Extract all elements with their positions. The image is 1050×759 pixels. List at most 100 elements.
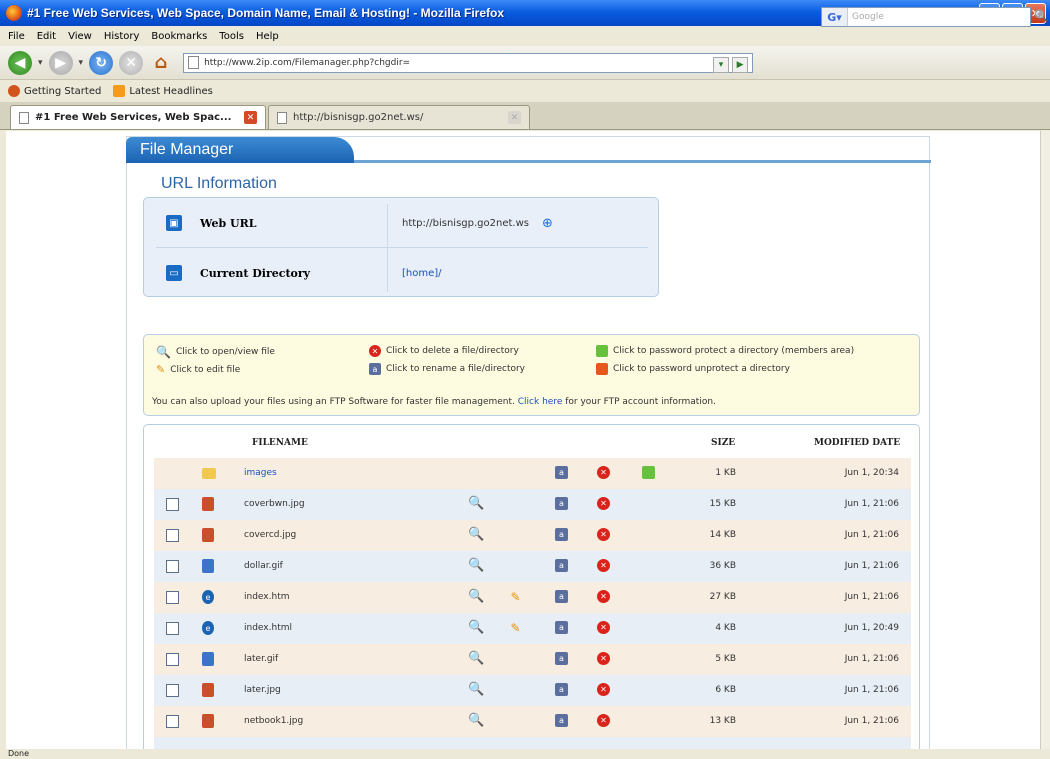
file-checkbox[interactable] — [166, 684, 179, 697]
menu-file[interactable]: File — [8, 31, 25, 42]
file-date: Jun 1, 21:06 — [844, 592, 899, 602]
legend-protect: Click to password protect a directory (m… — [596, 345, 854, 357]
rename-icon[interactable]: a — [555, 466, 568, 479]
delete-icon[interactable]: ✕ — [597, 652, 610, 665]
column-modified: MODIFIED DATE — [814, 438, 901, 448]
delete-icon[interactable]: ✕ — [597, 528, 610, 541]
file-row: covercd.jpg 🔍 a ✕ 14 KB Jun 1, 21:06 — [154, 520, 911, 551]
edit-icon[interactable]: ✎ — [509, 590, 522, 604]
file-checkbox[interactable] — [166, 715, 179, 728]
file-checkbox[interactable] — [166, 498, 179, 511]
search-placeholder[interactable]: Google — [852, 12, 884, 22]
legend-open: 🔍 Click to open/view file — [156, 345, 275, 359]
lock-green-icon[interactable] — [642, 466, 655, 479]
delete-icon[interactable]: ✕ — [597, 714, 610, 727]
page-scrollbar[interactable] — [1040, 131, 1050, 749]
window-title: #1 Free Web Services, Web Space, Domain … — [27, 6, 505, 20]
view-icon[interactable]: 🔍 — [468, 713, 484, 728]
rename-icon[interactable]: a — [555, 528, 568, 541]
menu-bookmarks[interactable]: Bookmarks — [151, 31, 207, 42]
menu-view[interactable]: View — [68, 31, 92, 42]
bookmark-latest-headlines[interactable]: Latest Headlines — [113, 85, 213, 97]
file-name: netbook1.jpg — [244, 716, 304, 726]
tab-active[interactable]: #1 Free Web Services, Web Spac... ✕ — [10, 105, 266, 129]
edit-icon[interactable]: ✎ — [509, 621, 522, 635]
lock-orange-icon — [596, 363, 608, 375]
bookmark-getting-started[interactable]: Getting Started — [8, 85, 101, 97]
file-size: 13 KB — [709, 716, 736, 726]
view-icon[interactable]: 🔍 — [468, 620, 484, 635]
url-bar[interactable]: http://www.2ip.com/Filemanager.php?chgdi… — [183, 52, 754, 73]
delete-icon[interactable]: ✕ — [597, 590, 610, 603]
view-icon[interactable]: 🔍 — [468, 527, 484, 542]
html-file-icon: e — [202, 590, 214, 604]
home-button[interactable]: ⌂ — [149, 51, 173, 75]
file-checkbox[interactable] — [166, 653, 179, 666]
file-row: e index.html 🔍 ✎ a ✕ 4 KB Jun 1, 20:49 — [154, 613, 911, 644]
menu-help[interactable]: Help — [256, 31, 279, 42]
firefox-bookmark-icon — [8, 85, 20, 97]
rename-icon[interactable]: a — [555, 714, 568, 727]
page-icon — [277, 111, 287, 124]
search-box[interactable]: G▾ Google — [821, 7, 1031, 27]
current-directory-link[interactable]: [home]/ — [402, 268, 442, 279]
file-checkbox[interactable] — [166, 622, 179, 635]
delete-icon[interactable]: ✕ — [597, 497, 610, 510]
go-button[interactable]: ▶ — [732, 56, 749, 73]
tab-inactive[interactable]: http://bisnisgp.go2net.ws/ ✕ — [268, 105, 530, 129]
file-checkbox[interactable] — [166, 529, 179, 542]
legend-edit-text: Click to edit file — [170, 364, 241, 375]
view-icon[interactable]: 🔍 — [468, 589, 484, 604]
rename-icon[interactable]: a — [555, 497, 568, 510]
forward-dropdown-icon[interactable]: ▾ — [79, 58, 84, 68]
rss-icon — [113, 85, 126, 97]
search-engine-icon[interactable]: G▾ — [822, 8, 848, 26]
delete-icon[interactable]: ✕ — [597, 683, 610, 696]
legend-protect-text: Click to password protect a directory (m… — [613, 346, 855, 356]
url-text[interactable]: http://www.2ip.com/Filemanager.php?chgdi… — [204, 58, 410, 68]
file-name[interactable]: images — [244, 468, 277, 478]
page-icon — [19, 111, 29, 124]
view-icon[interactable]: 🔍 — [468, 682, 484, 697]
delete-icon[interactable]: ✕ — [597, 621, 610, 634]
back-dropdown-icon[interactable]: ▾ — [38, 58, 43, 68]
gif-file-icon — [202, 559, 214, 573]
folder-icon: ▭ — [166, 265, 182, 281]
file-row-partial — [154, 737, 911, 749]
page-viewport: File Manager ▣ Web URL http://bisnisgp.g… — [6, 131, 1040, 749]
url-information-box: ▣ Web URL http://bisnisgp.go2net.ws ⊕ ▭ … — [143, 197, 659, 297]
file-checkbox[interactable] — [166, 560, 179, 573]
file-row: dollar.gif 🔍 a ✕ 36 KB Jun 1, 21:06 — [154, 551, 911, 582]
rename-icon[interactable]: a — [555, 652, 568, 665]
reload-button[interactable]: ↻ — [89, 50, 114, 75]
back-button[interactable]: ◀ — [8, 50, 32, 75]
search-icon[interactable]: 🔍 — [1034, 9, 1049, 25]
menu-history[interactable]: History — [104, 31, 140, 42]
ftp-info-link[interactable]: Click here — [518, 397, 563, 407]
forward-button[interactable]: ▶ — [48, 50, 73, 75]
stop-button[interactable]: ✕ — [119, 50, 144, 75]
file-size: 1 KB — [715, 468, 736, 478]
file-size: 15 KB — [709, 499, 736, 509]
delete-icon[interactable]: ✕ — [597, 559, 610, 572]
menu-tools[interactable]: Tools — [219, 31, 244, 42]
rename-icon[interactable]: a — [555, 559, 568, 572]
file-date: Jun 1, 21:06 — [844, 530, 899, 540]
rename-icon[interactable]: a — [555, 683, 568, 696]
delete-icon[interactable]: ✕ — [597, 466, 610, 479]
rename-icon[interactable]: a — [555, 621, 568, 634]
file-name: later.jpg — [244, 685, 281, 695]
close-tab-icon[interactable]: ✕ — [508, 111, 521, 124]
close-tab-icon[interactable]: ✕ — [244, 111, 257, 124]
url-history-dropdown[interactable]: ▾ — [713, 56, 730, 73]
legend-open-text: Click to open/view file — [175, 347, 275, 357]
view-icon[interactable]: 🔍 — [468, 558, 484, 573]
rename-icon[interactable]: a — [555, 590, 568, 603]
view-icon[interactable]: 🔍 — [468, 496, 484, 511]
view-icon[interactable]: 🔍 — [468, 651, 484, 666]
file-checkbox[interactable] — [166, 591, 179, 604]
file-name: index.htm — [244, 592, 290, 602]
globe-icon[interactable]: ⊕ — [542, 216, 553, 231]
menu-edit[interactable]: Edit — [37, 31, 56, 42]
html-file-icon: e — [202, 621, 214, 635]
